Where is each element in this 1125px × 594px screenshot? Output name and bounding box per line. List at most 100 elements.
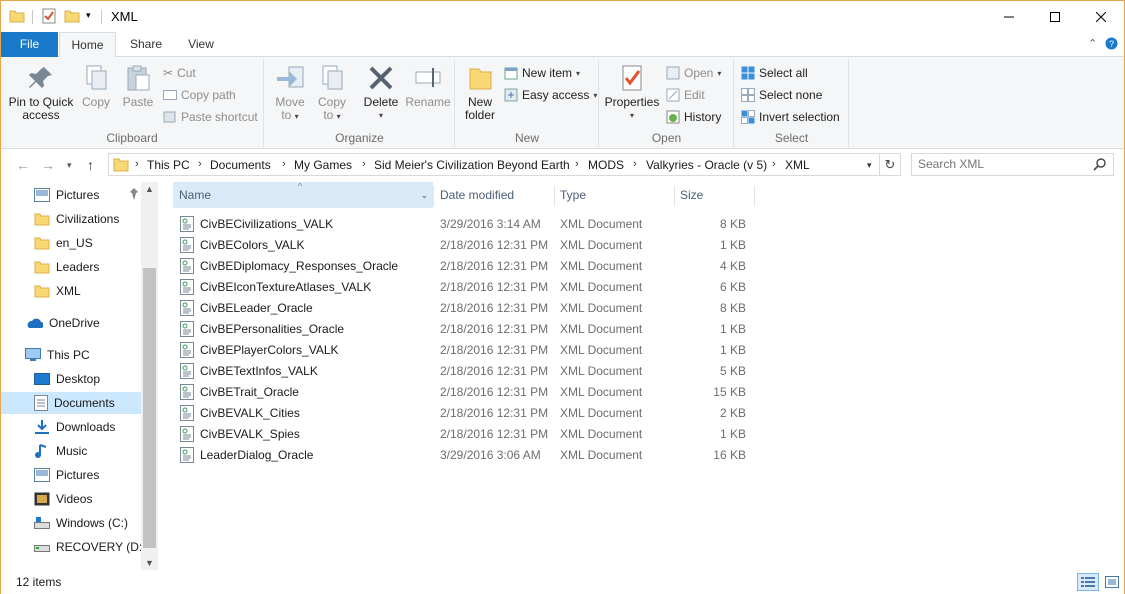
table-row[interactable]: CivBECivilizations_VALK 3/29/2016 3:14 AM… xyxy=(161,214,761,235)
breadcrumb-civbe[interactable]: Sid Meier's Civilization Beyond Earth xyxy=(374,158,570,172)
nav-item-music[interactable]: Music xyxy=(1,440,141,462)
nav-item-pictures-quick[interactable]: Pictures xyxy=(1,184,141,206)
minimize-ribbon-icon[interactable]: ⌃ xyxy=(1088,37,1097,50)
nav-item-onedrive[interactable]: OneDrive xyxy=(1,312,141,334)
breadcrumb-documents[interactable]: Documents xyxy=(210,158,271,172)
table-row[interactable]: CivBEVALK_Spies 2/18/2016 12:31 PM XML Doc… xyxy=(161,424,761,445)
edit-button[interactable]: Edit xyxy=(666,85,705,105)
table-row[interactable]: CivBETrait_Oracle 2/18/2016 12:31 PM XML D… xyxy=(161,382,761,403)
pin-icon[interactable] xyxy=(129,188,139,203)
nav-item-pictures[interactable]: Pictures xyxy=(1,464,141,486)
table-row[interactable]: CivBEPlayerColors_VALK 2/18/2016 12:31 PM… xyxy=(161,340,761,361)
tab-share[interactable]: Share xyxy=(120,32,172,57)
large-icons-view-button[interactable] xyxy=(1101,573,1123,591)
scroll-up-icon[interactable]: ▲ xyxy=(145,184,154,194)
nav-item-desktop[interactable]: Desktop xyxy=(1,368,141,390)
copy-to-label-2: to ▾ xyxy=(323,108,341,122)
table-row[interactable]: CivBELeader_Oracle 2/18/2016 12:31 PM XML … xyxy=(161,298,761,319)
refresh-button[interactable]: ↻ xyxy=(880,153,901,176)
properties-button[interactable]: Properties ▾ xyxy=(604,63,660,122)
customize-quick-access-icon[interactable]: ▾ xyxy=(86,10,91,28)
edit-label: Edit xyxy=(684,88,705,102)
search-icon[interactable] xyxy=(1093,157,1107,174)
nav-item-documents[interactable]: Documents xyxy=(1,392,141,414)
nav-item-leaders[interactable]: Leaders xyxy=(1,256,141,278)
maximize-icon[interactable] xyxy=(1032,1,1078,32)
open-button[interactable]: Open ▾ xyxy=(666,63,721,83)
tab-file[interactable]: File xyxy=(1,32,58,57)
cut-button[interactable]: ✂ Cut xyxy=(163,63,196,83)
column-type[interactable]: Type xyxy=(554,182,674,208)
properties-icon xyxy=(622,65,642,91)
select-all-button[interactable]: Select all xyxy=(741,63,808,83)
up-arrow-icon[interactable]: ↑ xyxy=(87,157,94,173)
help-icon[interactable]: ? xyxy=(1105,37,1118,53)
copy-button[interactable]: Copy xyxy=(79,63,113,109)
select-none-button[interactable]: Select none xyxy=(741,85,822,105)
forward-arrow-icon[interactable]: → xyxy=(41,157,55,173)
nav-scrollbar-thumb[interactable] xyxy=(143,268,156,548)
xml-document-icon xyxy=(180,447,194,466)
nav-item-civilizations[interactable]: Civilizations xyxy=(1,208,141,230)
address-bar[interactable]: › This PC › Documents › My Games › Sid M… xyxy=(108,153,880,176)
breadcrumb-xml[interactable]: XML xyxy=(785,158,810,172)
new-folder-quick-icon[interactable] xyxy=(64,8,80,26)
copy-to-button[interactable]: Copy to ▾ xyxy=(315,63,349,123)
file-date-modified: 3/29/2016 3:14 AM xyxy=(440,217,541,231)
table-row[interactable]: CivBEDiplomacy_Responses_Oracle 2/18/2016… xyxy=(161,256,761,277)
address-dropdown-icon[interactable]: ▾ xyxy=(867,160,872,171)
new-item-button[interactable]: New item ▾ xyxy=(504,63,580,83)
breadcrumb-my-games[interactable]: My Games xyxy=(294,158,352,172)
table-row[interactable]: CivBETextInfos_VALK 2/18/2016 12:31 PM XML… xyxy=(161,361,761,382)
file-name: CivBEDiplomacy_Responses_Oracle xyxy=(200,259,399,273)
details-view-button[interactable] xyxy=(1077,573,1099,591)
nav-item-downloads[interactable]: Downloads xyxy=(1,416,141,438)
column-size[interactable]: Size xyxy=(674,182,754,208)
table-row[interactable]: CivBEColors_VALK 2/18/2016 12:31 PM XML Do… xyxy=(161,235,761,256)
pin-to-quick-access-button[interactable]: Pin to Quick access xyxy=(5,63,77,122)
edit-icon xyxy=(666,88,680,102)
table-row[interactable]: CivBEVALK_Cities 2/18/2016 12:31 PM XML Do… xyxy=(161,403,761,424)
recent-locations-icon[interactable]: ▾ xyxy=(67,160,72,171)
nav-item-windows-c[interactable]: Windows (C:) xyxy=(1,512,141,534)
tab-view[interactable]: View xyxy=(177,32,225,57)
column-name[interactable]: Name ^ ⌄ xyxy=(173,181,433,208)
paste-button[interactable]: Paste xyxy=(119,63,157,109)
search-input[interactable] xyxy=(918,157,1088,171)
close-icon[interactable] xyxy=(1078,1,1124,32)
properties-quick-icon[interactable] xyxy=(41,8,57,26)
breadcrumb-valkyries[interactable]: Valkyries - Oracle (v 5) xyxy=(646,158,767,172)
column-date-modified[interactable]: Date modified xyxy=(434,182,554,208)
history-button[interactable]: History xyxy=(666,107,721,127)
scroll-down-icon[interactable]: ▼ xyxy=(145,558,154,568)
folder-icon xyxy=(34,212,50,226)
breadcrumb-this-pc[interactable]: This PC xyxy=(147,158,190,172)
nav-item-videos[interactable]: Videos xyxy=(1,488,141,510)
column-name-dropdown-icon[interactable]: ⌄ xyxy=(420,182,428,208)
move-to-button[interactable]: Move to ▾ xyxy=(271,63,309,123)
paste-shortcut-button[interactable]: Paste shortcut xyxy=(163,107,258,127)
rename-button[interactable]: Rename xyxy=(405,63,451,109)
back-arrow-icon[interactable]: ← xyxy=(16,157,30,173)
search-box[interactable] xyxy=(911,153,1114,176)
nav-item-this-pc[interactable]: This PC xyxy=(1,344,141,366)
table-row[interactable]: CivBEIconTextureAtlases_VALK 2/18/2016 12… xyxy=(161,277,761,298)
new-folder-button[interactable]: New folder xyxy=(460,63,500,122)
nav-scrollbar[interactable]: ▲ ▼ xyxy=(141,182,158,570)
nav-item-recovery-d[interactable]: RECOVERY (D:) xyxy=(1,536,146,558)
delete-button[interactable]: Delete ▾ xyxy=(361,63,401,122)
file-type: XML Document xyxy=(560,406,643,420)
new-label: New xyxy=(514,131,539,145)
minimize-icon[interactable] xyxy=(986,1,1032,32)
new-folder-label-2: folder xyxy=(464,108,496,122)
table-row[interactable]: LeaderDialog_Oracle 3/29/2016 3:06 AM XML … xyxy=(161,445,761,466)
copy-path-button[interactable]: Copy path xyxy=(163,85,236,105)
table-row[interactable]: CivBEPersonalities_Oracle 2/18/2016 12:31… xyxy=(161,319,761,340)
xml-document-icon xyxy=(180,300,194,319)
invert-selection-button[interactable]: Invert selection xyxy=(741,107,840,127)
easy-access-button[interactable]: Easy access ▾ xyxy=(504,85,597,105)
nav-item-xml[interactable]: XML xyxy=(1,280,141,302)
nav-item-en-us[interactable]: en_US xyxy=(1,232,141,254)
breadcrumb-mods[interactable]: MODS xyxy=(588,158,624,172)
tab-home[interactable]: Home xyxy=(59,32,116,58)
